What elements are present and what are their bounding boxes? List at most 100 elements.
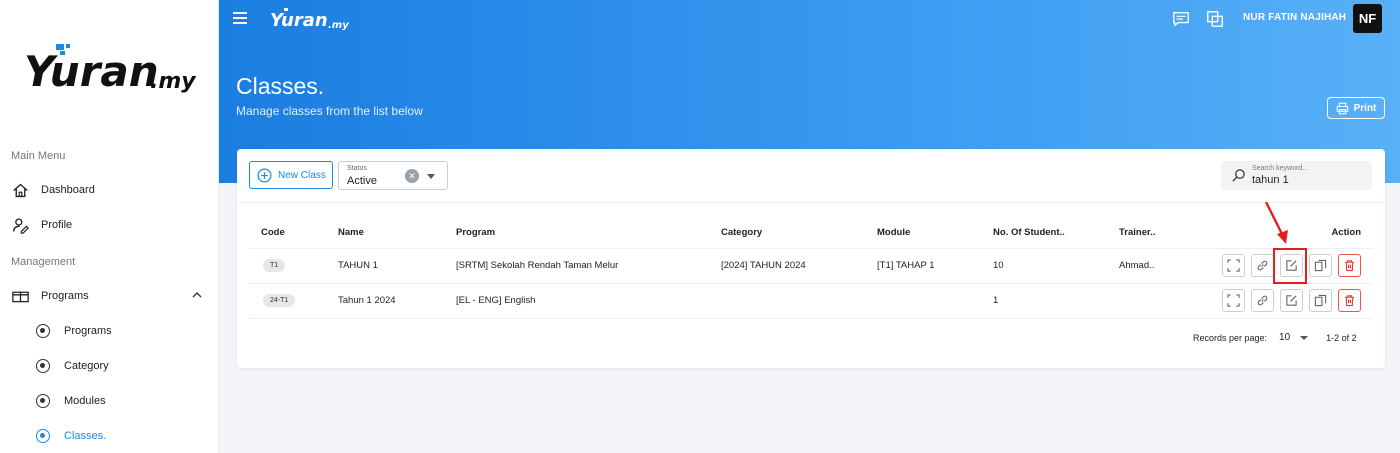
cell-name: TAHUN 1 — [338, 248, 456, 284]
new-class-label: New Class — [278, 169, 326, 181]
page-title: Classes. — [236, 73, 325, 99]
classes-card: New Class Status Active ✕ Search keyword… — [237, 149, 1385, 368]
sidebar-item-label: Programs — [41, 290, 89, 302]
annotation-arrow-icon — [1264, 201, 1288, 244]
cell-category — [721, 283, 877, 319]
pagination: Records per page: 10 1-2 of 2 — [1193, 332, 1357, 343]
duplicate-button[interactable] — [1309, 289, 1332, 312]
code-chip: T1 — [263, 259, 286, 272]
duplicate-button[interactable] — [1309, 254, 1332, 277]
per-page-select[interactable]: 10 — [1279, 332, 1290, 343]
table-row[interactable]: 24-T1 Tahun 1 2024 [EL - ENG] English 1 — [249, 283, 1373, 319]
brand-logo[interactable]: Yuran .my — [24, 42, 204, 102]
link-button[interactable] — [1251, 254, 1274, 277]
user-edit-icon — [11, 216, 29, 234]
cell-program: [SRTM] Sekolah Rendah Taman Melur — [456, 248, 721, 284]
cell-category: [2024] TAHUN 2024 — [721, 248, 877, 284]
edit-icon — [1286, 295, 1297, 306]
search-input[interactable]: Search keyword... tahun 1 — [1221, 161, 1372, 190]
edit-button[interactable] — [1280, 289, 1303, 312]
main-menu-heading: Main Menu — [11, 150, 66, 162]
copy-icon — [1314, 294, 1327, 307]
radio-dot-icon — [36, 324, 50, 338]
delete-button[interactable] — [1338, 289, 1361, 312]
cell-trainer — [1119, 283, 1209, 319]
new-class-button[interactable]: New Class — [249, 161, 333, 189]
chat-icon[interactable] — [1172, 10, 1190, 28]
print-button[interactable]: Print — [1327, 97, 1385, 119]
sidebar-subitem-label: Category — [64, 360, 109, 372]
cell-name: Tahun 1 2024 — [338, 283, 456, 319]
avatar[interactable]: NF — [1353, 4, 1382, 33]
switch-account-icon[interactable] — [1206, 10, 1224, 28]
chevron-up-icon[interactable] — [191, 289, 203, 301]
book-icon — [11, 287, 29, 305]
sidebar-subitem-programs[interactable]: Programs — [36, 319, 112, 343]
radio-dot-icon — [36, 394, 50, 408]
sidebar-item-programs[interactable]: Programs — [11, 282, 211, 310]
caret-down-icon[interactable] — [427, 174, 435, 179]
link-icon — [1257, 295, 1268, 306]
plus-circle-icon — [257, 168, 272, 182]
sidebar-item-label: Dashboard — [41, 184, 95, 196]
expand-icon — [1227, 294, 1240, 307]
classes-table: Code Name Program Category Module No. Of… — [249, 218, 1373, 319]
management-heading: Management — [11, 256, 76, 268]
cell-students: 10 — [993, 248, 1119, 284]
svg-text:Yuran: Yuran — [24, 47, 159, 96]
expand-button[interactable] — [1222, 254, 1245, 277]
col-students[interactable]: No. Of Student.. — [993, 218, 1119, 249]
svg-text:.my: .my — [150, 69, 197, 94]
status-select-label: Status — [347, 165, 367, 172]
col-module[interactable]: Module — [877, 218, 993, 249]
header-logo[interactable]: Yuran .my — [270, 6, 350, 32]
radio-dot-icon — [36, 359, 50, 373]
status-select-value: Active — [347, 175, 377, 187]
sidebar-subitem-label: Modules — [64, 395, 106, 407]
search-placeholder: Search keyword... — [1252, 165, 1309, 172]
sidebar-subitem-modules[interactable]: Modules — [36, 389, 106, 413]
sidebar-item-profile[interactable]: Profile — [11, 211, 211, 239]
caret-down-icon[interactable] — [1300, 335, 1309, 340]
print-label: Print — [1353, 102, 1377, 114]
expand-button[interactable] — [1222, 289, 1245, 312]
svg-text:Yuran: Yuran — [270, 10, 328, 31]
page-range: 1-2 of 2 — [1326, 332, 1357, 343]
trash-icon — [1344, 260, 1355, 272]
cell-program: [EL - ENG] English — [456, 283, 721, 319]
sidebar-subitem-label: Classes. — [64, 430, 107, 442]
divider — [237, 202, 1385, 203]
sidebar-subitem-classes[interactable]: Classes. — [36, 424, 106, 448]
sidebar-subitem-category[interactable]: Category — [36, 354, 109, 378]
annotation-highlight — [1273, 248, 1307, 284]
expand-icon — [1227, 259, 1240, 272]
table-row[interactable]: T1 TAHUN 1 [SRTM] Sekolah Rendah Taman M… — [249, 248, 1373, 284]
delete-button[interactable] — [1338, 254, 1361, 277]
status-select[interactable]: Status Active ✕ — [338, 161, 448, 190]
copy-icon — [1314, 259, 1327, 272]
sidebar-subitem-label: Programs — [64, 325, 112, 337]
col-trainer[interactable]: Trainer.. — [1119, 218, 1209, 249]
code-chip: 24-T1 — [263, 294, 296, 307]
trash-icon — [1344, 295, 1355, 307]
search-value: tahun 1 — [1252, 174, 1289, 186]
home-icon — [11, 181, 29, 199]
radio-dot-icon — [36, 429, 50, 443]
cell-trainer: Ahmad.. — [1119, 248, 1209, 284]
sidebar-item-label: Profile — [41, 219, 73, 231]
printer-icon — [1336, 102, 1348, 114]
cell-module — [877, 283, 993, 319]
svg-text:.my: .my — [328, 20, 349, 31]
col-code[interactable]: Code — [249, 218, 338, 249]
sidebar-item-dashboard[interactable]: Dashboard — [11, 176, 211, 204]
col-category[interactable]: Category — [721, 218, 877, 249]
search-icon — [1232, 169, 1245, 182]
clear-icon[interactable]: ✕ — [405, 169, 419, 183]
menu-toggle-icon[interactable] — [233, 12, 247, 24]
link-button[interactable] — [1251, 289, 1274, 312]
cell-module: [T1] TAHAP 1 — [877, 248, 993, 284]
col-program[interactable]: Program — [456, 218, 721, 249]
col-name[interactable]: Name — [338, 218, 456, 249]
table-header-row: Code Name Program Category Module No. Of… — [249, 218, 1373, 249]
user-name[interactable]: NUR FATIN NAJIHAH — [1243, 12, 1346, 23]
